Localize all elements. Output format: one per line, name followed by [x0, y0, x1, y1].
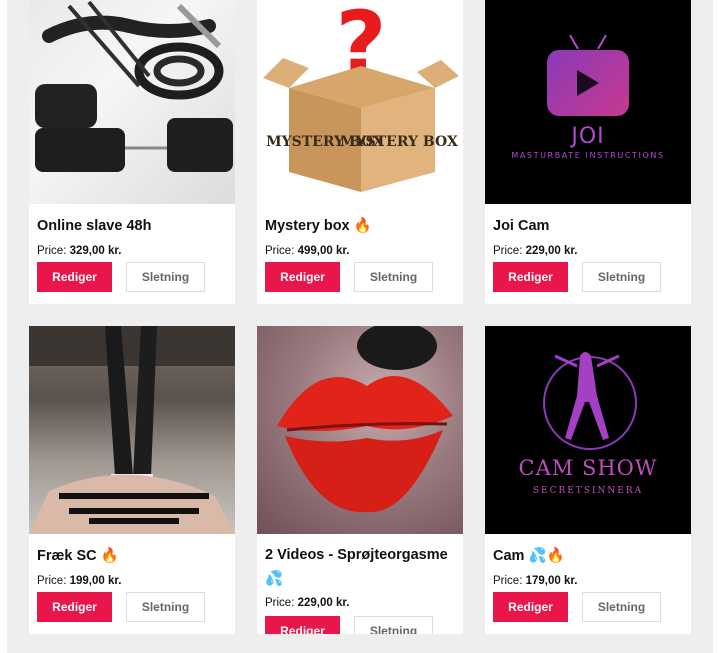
- tv-icon: [547, 50, 629, 116]
- product-title: Cam: [493, 548, 525, 564]
- products-panel: Online slave 48h Price: 329,00 kr. Redig…: [7, 0, 713, 653]
- product-price: Price: 229,00 kr.: [493, 245, 577, 257]
- lips-image: [277, 326, 453, 513]
- fire-emoji-icon: 🔥: [100, 548, 119, 564]
- price-value: 229,00 kr.: [525, 245, 578, 257]
- price-label: Price:: [37, 575, 67, 587]
- delete-button[interactable]: Sletning: [354, 616, 433, 634]
- delete-button[interactable]: Sletning: [126, 262, 205, 292]
- delete-button[interactable]: Sletning: [582, 262, 661, 292]
- product-image[interactable]: JOI MASTURBATE INSTRUCTIONS: [485, 0, 691, 204]
- product-image[interactable]: [29, 326, 235, 534]
- bondage-gear-image: [35, 0, 233, 172]
- price-label: Price:: [265, 245, 295, 257]
- price-label: Price:: [493, 245, 523, 257]
- delete-button[interactable]: Sletning: [354, 262, 433, 292]
- edit-button[interactable]: Rediger: [265, 616, 340, 634]
- price-value: 499,00 kr.: [297, 245, 350, 257]
- price-value: 179,00 kr.: [525, 575, 578, 587]
- product-card: Fræk SC 🔥 Price: 199,00 kr. Rediger Slet…: [29, 326, 235, 634]
- product-card: Online slave 48h Price: 329,00 kr. Redig…: [29, 0, 235, 304]
- price-value: 329,00 kr.: [69, 245, 122, 257]
- edit-button[interactable]: Rediger: [37, 592, 112, 622]
- svg-text:MYSTERY BOX: MYSTERY BOX: [340, 134, 458, 150]
- dancer-icon: [554, 352, 620, 440]
- delete-button[interactable]: Sletning: [582, 592, 661, 622]
- price-label: Price:: [493, 575, 523, 587]
- play-icon: [577, 70, 599, 96]
- product-title: Fræk SC: [37, 548, 97, 564]
- droplets-fire-emoji-icon: 💦🔥: [528, 548, 565, 564]
- price-value: 229,00 kr.: [297, 597, 350, 609]
- product-price: Price: 499,00 kr.: [265, 245, 349, 257]
- product-card: JOI MASTURBATE INSTRUCTIONS Joi Cam Pric…: [485, 0, 691, 304]
- product-grid: Online slave 48h Price: 329,00 kr. Redig…: [29, 0, 691, 634]
- product-image[interactable]: [29, 0, 235, 204]
- product-title: Mystery box: [265, 218, 350, 234]
- product-card: ? MYSTERY BOX MYSTERY BOX Mystery box 🔥 …: [257, 0, 463, 304]
- product-card: 2 Videos - Sprøjteorgasme 💦 Price: 229,0…: [257, 326, 463, 634]
- product-price: Price: 229,00 kr.: [265, 597, 349, 609]
- price-label: Price:: [37, 245, 67, 257]
- edit-button[interactable]: Rediger: [493, 262, 568, 292]
- product-title: Joi Cam: [493, 218, 550, 234]
- product-price: Price: 179,00 kr.: [493, 575, 577, 587]
- droplets-emoji-icon: 💦: [265, 571, 284, 587]
- product-title: Online slave 48h: [37, 218, 152, 234]
- mystery-box-image: ? MYSTERY BOX MYSTERY BOX: [263, 0, 459, 192]
- product-image[interactable]: CAM SHOW SECRETSINNERA: [485, 326, 691, 534]
- delete-button[interactable]: Sletning: [126, 592, 205, 622]
- product-price: Price: 199,00 kr.: [37, 575, 121, 587]
- edit-button[interactable]: Rediger: [493, 592, 568, 622]
- price-value: 199,00 kr.: [69, 575, 122, 587]
- fire-emoji-icon: 🔥: [353, 218, 372, 234]
- edit-button[interactable]: Rediger: [265, 262, 340, 292]
- edit-button[interactable]: Rediger: [37, 262, 112, 292]
- product-image[interactable]: ? MYSTERY BOX MYSTERY BOX: [257, 0, 463, 204]
- product-title: 2 Videos - Sprøjteorgasme: [265, 547, 448, 563]
- product-card: CAM SHOW SECRETSINNERA Cam 💦🔥 Price: 179…: [485, 326, 691, 634]
- stockings-image: [29, 326, 235, 534]
- price-label: Price:: [265, 597, 295, 609]
- product-image[interactable]: [257, 326, 463, 534]
- product-price: Price: 329,00 kr.: [37, 245, 121, 257]
